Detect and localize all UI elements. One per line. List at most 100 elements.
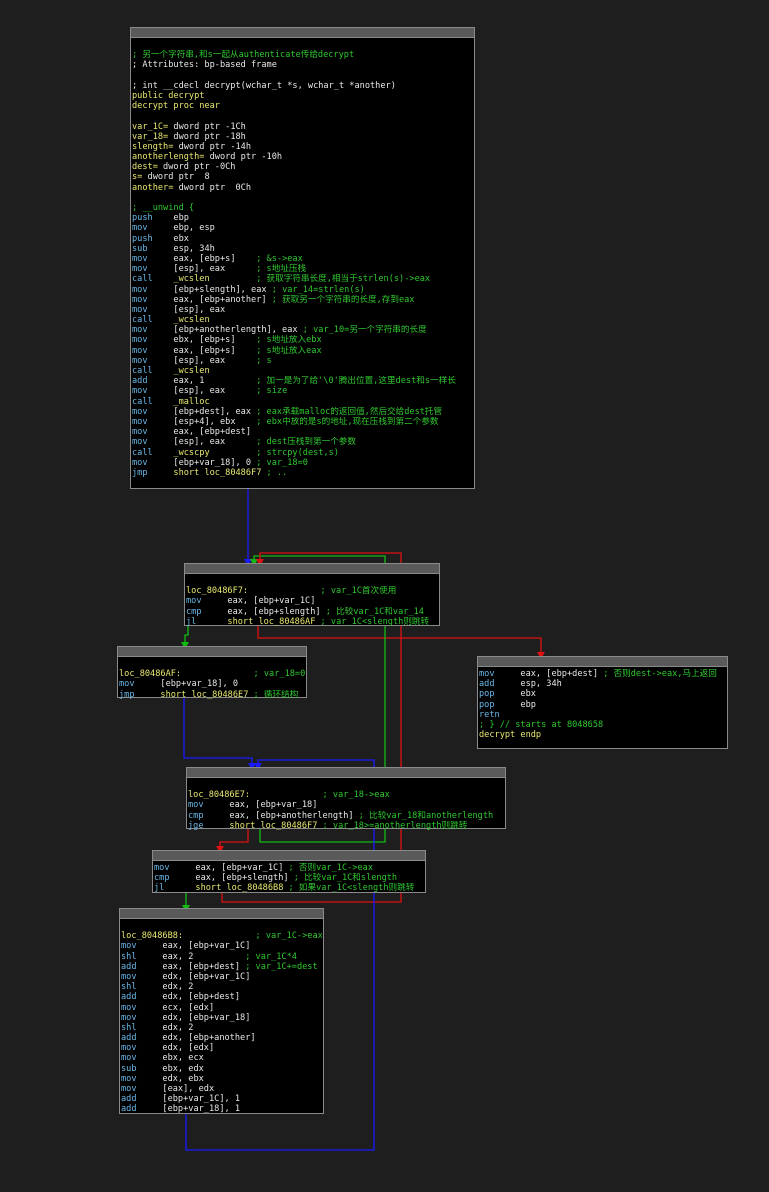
code-line[interactable]: ; } // starts at 8048658 xyxy=(479,720,727,730)
code-line[interactable]: mov eax, [ebp+dest] ; 否则dest->eax,马上返回 xyxy=(479,669,727,679)
block-title-bar[interactable] xyxy=(153,851,425,861)
block-title-bar[interactable] xyxy=(131,28,474,38)
code-line[interactable]: cmp eax, [ebp+slength] ; 比较var_1C和slengt… xyxy=(154,873,425,883)
code-line[interactable]: mov eax, [ebp+var_1C] xyxy=(186,596,439,606)
code-line[interactable]: shl edx, 2 xyxy=(121,982,323,992)
code-line[interactable] xyxy=(132,40,474,50)
code-line[interactable]: mov eax, [ebp+var_1C] xyxy=(121,941,323,951)
code-line[interactable]: s= dword ptr 8 xyxy=(132,172,474,182)
code-line[interactable] xyxy=(132,111,474,121)
code-line[interactable]: decrypt proc near xyxy=(132,101,474,111)
code-line[interactable]: call _malloc xyxy=(132,397,474,407)
code-line[interactable]: jge short loc_80486F7 ; var_18>=anotherl… xyxy=(188,821,505,831)
code-line[interactable]: ; int __cdecl decrypt(wchar_t *s, wchar_… xyxy=(132,81,474,91)
code-line[interactable]: mov [ebp+slength], eax ; var_14=strlen(s… xyxy=(132,285,474,295)
code-line[interactable]: jmp short loc_80486F7 ; .. xyxy=(132,468,474,478)
code-line[interactable]: mov [ebp+dest], eax ; eax承载malloc的返回值,然后… xyxy=(132,407,474,417)
code-line[interactable]: mov [ebp+anotherlength], eax ; var_10=另一… xyxy=(132,325,474,335)
block-title-bar[interactable] xyxy=(120,909,323,919)
code-line[interactable]: cmp eax, [ebp+slength] ; 比较var_1C和var_14 xyxy=(186,607,439,617)
code-line[interactable]: cmp eax, [ebp+anotherlength] ; 比较var_18和… xyxy=(188,811,505,821)
code-line[interactable] xyxy=(132,71,474,81)
code-line[interactable]: add edx, [ebp+another] xyxy=(121,1033,323,1043)
code-line[interactable] xyxy=(132,193,474,203)
code-line[interactable]: pop ebp xyxy=(479,700,727,710)
code-line[interactable]: push ebx xyxy=(132,234,474,244)
code-line[interactable]: var_18= dword ptr -18h xyxy=(132,132,474,142)
code-line[interactable]: shl edx, 2 xyxy=(121,1023,323,1033)
code-line[interactable]: call _wcslen xyxy=(132,366,474,376)
code-line[interactable]: shl eax, 2 ; var_1C*4 xyxy=(121,952,323,962)
code-line[interactable]: mov ebx, ecx xyxy=(121,1053,323,1063)
code-line[interactable]: mov edx, [ebp+var_1C] xyxy=(121,972,323,982)
code-line[interactable]: mov edx, [ebp+var_18] xyxy=(121,1013,323,1023)
code-line[interactable]: add edx, [ebp+dest] xyxy=(121,992,323,1002)
code-line[interactable]: call _wcslen xyxy=(132,315,474,325)
code-line[interactable]: mov ecx, [edx] xyxy=(121,1003,323,1013)
code-block-return[interactable]: mov eax, [ebp+dest] ; 否则dest->eax,马上返回 ad… xyxy=(477,656,728,749)
code-line[interactable]: retn xyxy=(479,710,727,720)
code-line[interactable]: push ebp xyxy=(132,213,474,223)
code-line[interactable]: var_1C= dword ptr -1Ch xyxy=(132,122,474,132)
code-line[interactable]: anotherlength= dword ptr -10h xyxy=(132,152,474,162)
code-line[interactable]: mov [esp], eax ; s xyxy=(132,356,474,366)
code-line[interactable]: mov ebp, esp xyxy=(132,223,474,233)
code-line[interactable]: sub ebx, edx xyxy=(121,1064,323,1074)
code-line[interactable]: jmp short loc_80486E7 ; 循环结构 xyxy=(119,690,306,700)
code-line[interactable]: ; __unwind { xyxy=(132,203,474,213)
code-line[interactable]: call _wcscpy ; strcpy(dest,s) xyxy=(132,448,474,458)
code-line[interactable]: pop ebx xyxy=(479,689,727,699)
code-block-loc-80486B8[interactable]: loc_80486B8: ; var_1C->eax mov eax, [ebp+… xyxy=(119,908,324,1114)
code-line[interactable]: add eax, [ebp+dest] ; var_1C+=dest xyxy=(121,962,323,972)
code-block-loc-80486E7[interactable]: loc_80486E7: ; var_18->eax mov eax, [ebp+… xyxy=(186,767,506,831)
code-line[interactable]: jl short loc_80486AF ; var_1C<slength则跳转 xyxy=(186,617,439,627)
code-line[interactable]: decrypt endp xyxy=(479,730,727,740)
code-line[interactable]: another= dword ptr 0Ch xyxy=(132,183,474,193)
code-line[interactable]: add esp, 34h xyxy=(479,679,727,689)
code-line[interactable]: add [ebp+var_1C], 1 xyxy=(121,1094,323,1104)
code-block-loc-80486F7[interactable]: loc_80486F7: ; var_1C首次使用 mov eax, [ebp+v… xyxy=(184,563,440,627)
code-line[interactable]: mov [esp], eax xyxy=(132,305,474,315)
code-line[interactable]: mov [ebp+var_18], 0 ; var_18=0 xyxy=(132,458,474,468)
code-line[interactable]: slength= dword ptr -14h xyxy=(132,142,474,152)
block-title-bar[interactable] xyxy=(118,647,306,657)
code-line[interactable] xyxy=(121,921,323,931)
code-line[interactable]: loc_80486B8: ; var_1C->eax xyxy=(121,931,323,941)
code-line[interactable] xyxy=(188,780,505,790)
code-line[interactable]: mov eax, [ebp+var_18] xyxy=(188,800,505,810)
code-line[interactable]: public decrypt xyxy=(132,91,474,101)
code-line[interactable]: dest= dword ptr -0Ch xyxy=(132,162,474,172)
code-line[interactable]: sub esp, 34h xyxy=(132,244,474,254)
code-line[interactable]: mov [esp], eax ; size xyxy=(132,386,474,396)
code-line[interactable]: ; Attributes: bp-based frame xyxy=(132,60,474,70)
code-line[interactable]: mov [eax], edx xyxy=(121,1084,323,1094)
code-line[interactable]: mov edx, [edx] xyxy=(121,1043,323,1053)
code-block-compare-var1C[interactable]: mov eax, [ebp+var_1C] ; 否则var_1C->eax cmp… xyxy=(152,850,426,893)
code-line[interactable]: mov [ebp+var_18], 0 xyxy=(119,679,306,689)
code-line[interactable]: jl short loc_80486B8 ; 如果var_1C<slength则… xyxy=(154,883,425,893)
code-line[interactable] xyxy=(186,576,439,586)
code-line[interactable]: mov eax, [ebp+s] ; s地址放入eax xyxy=(132,346,474,356)
code-line[interactable]: mov [esp], eax ; dest压栈到第一个参数 xyxy=(132,437,474,447)
code-line[interactable]: loc_80486E7: ; var_18->eax xyxy=(188,790,505,800)
code-line[interactable]: mov eax, [ebp+dest] xyxy=(132,427,474,437)
block-title-bar[interactable] xyxy=(187,768,505,778)
code-line[interactable]: mov eax, [ebp+another] ; 获取另一个字符串的长度,存到e… xyxy=(132,295,474,305)
code-line[interactable]: call _wcslen ; 获取字符串长度,相当于strlen(s)->eax xyxy=(132,274,474,284)
block-title-bar[interactable] xyxy=(185,564,439,574)
code-line[interactable]: add [ebp+var_18], 1 xyxy=(121,1104,323,1114)
code-line[interactable] xyxy=(119,659,306,669)
block-title-bar[interactable] xyxy=(478,657,727,667)
code-line[interactable]: add eax, 1 ; 加一是为了给'\0'腾出位置,这里dest和s一样长 xyxy=(132,376,474,386)
code-line[interactable]: mov [esp+4], ebx ; ebx中放的是s的地址,现在压栈到第二个参… xyxy=(132,417,474,427)
code-line[interactable]: mov eax, [ebp+var_1C] ; 否则var_1C->eax xyxy=(154,863,425,873)
code-block-loc-80486AF[interactable]: loc_80486AF: ; var_18=0 mov [ebp+var_18],… xyxy=(117,646,307,700)
code-line[interactable]: mov eax, [ebp+s] ; &s->eax xyxy=(132,254,474,264)
code-line[interactable]: loc_80486AF: ; var_18=0 xyxy=(119,669,306,679)
code-line[interactable]: mov ebx, [ebp+s] ; s地址放入ebx xyxy=(132,335,474,345)
code-line[interactable]: mov edx, ebx xyxy=(121,1074,323,1084)
code-line[interactable]: ; 另一个字符串,和s一起从authenticate传给decrypt xyxy=(132,50,474,60)
code-line[interactable]: mov [esp], eax ; s地址压栈 xyxy=(132,264,474,274)
code-block-decrypt-entry[interactable]: ; 另一个字符串,和s一起从authenticate传给decrypt; Att… xyxy=(130,27,475,489)
code-line[interactable]: loc_80486F7: ; var_1C首次使用 xyxy=(186,586,439,596)
